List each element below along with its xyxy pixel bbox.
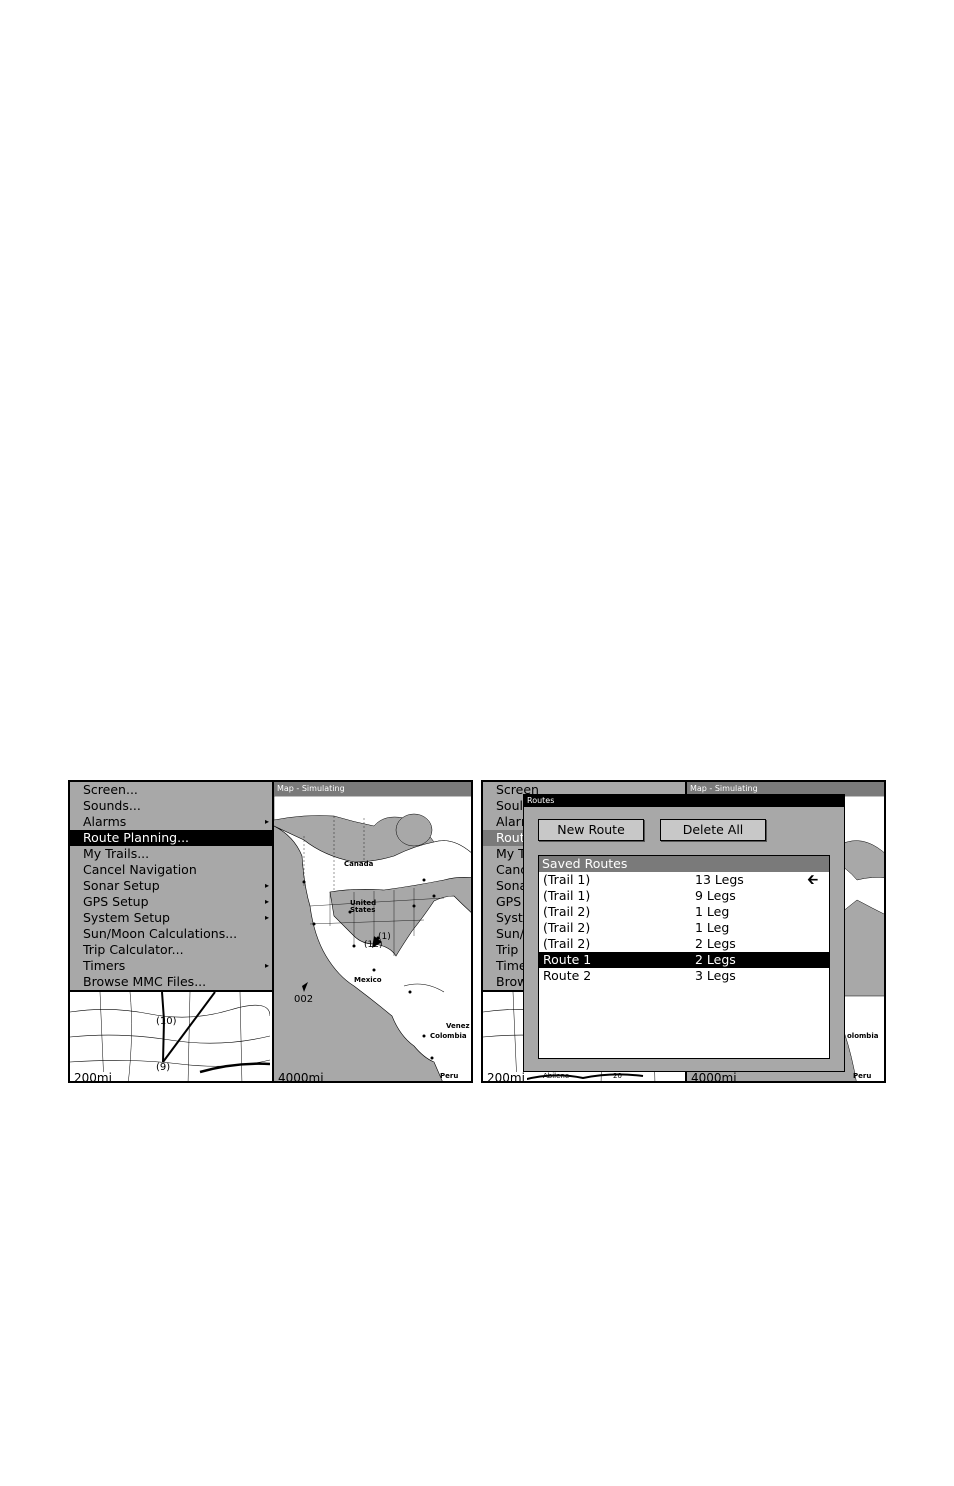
- menu-item-label: GPS Setup: [83, 894, 149, 909]
- route-legs: 1 Leg: [695, 904, 730, 919]
- delete-all-button[interactable]: Delete All: [660, 819, 766, 841]
- map-title: Map - Simulating: [274, 782, 471, 796]
- route-name: Route 1: [543, 952, 592, 967]
- route-row[interactable]: (Trail 1) 9 Legs: [539, 888, 829, 904]
- menu-item-label: Route Planning...: [83, 830, 190, 845]
- route-name: Route 2: [543, 968, 592, 983]
- submenu-arrow-icon: ▸: [264, 913, 269, 922]
- menu-item[interactable]: Screen...: [70, 782, 272, 798]
- menu-item[interactable]: GPS Setup ▸: [70, 894, 272, 910]
- menu-item-label: System Setup: [83, 910, 170, 925]
- dialog-title: Routes: [524, 795, 844, 807]
- routes-dialog: Routes New Route Delete All Saved Routes…: [523, 794, 845, 1072]
- submenu-arrow-icon: ▸: [264, 881, 269, 890]
- route-legs: 2 Legs: [695, 936, 736, 951]
- town-label: Abilene: [543, 1072, 570, 1080]
- route-name: (Trail 1): [543, 888, 591, 903]
- route-legs: 9 Legs: [695, 888, 736, 903]
- menu-item-label: Cancel Navigation: [83, 862, 197, 877]
- road-label: 20: [613, 1072, 622, 1080]
- map-scale: 4000mi: [691, 1071, 737, 1083]
- right-screen: Screen Soul Aları Rout My T Canc Sona GPS Syst Su…: [481, 780, 886, 1083]
- submenu-arrow-icon: ▸: [264, 961, 269, 970]
- waypoint-label: 002: [294, 994, 314, 1005]
- map-scale: 4000mi: [278, 1071, 324, 1083]
- route-name: (Trail 2): [543, 904, 591, 919]
- map-label-peru: Peru: [440, 1072, 459, 1080]
- map-label-venezuela: Venez: [446, 1022, 470, 1030]
- menu-item-label: Timers: [83, 958, 126, 973]
- map-label-peru: Peru: [853, 1072, 872, 1080]
- main-menu: Screen... Sounds... Alarms ▸ Route Planning.…: [70, 782, 272, 990]
- menu-item[interactable]: Cancel Navigation: [70, 862, 272, 878]
- map-label-colombia: Colombia: [430, 1032, 467, 1040]
- route-name: (Trail 2): [543, 920, 591, 935]
- menu-item-label: Sun/Moon Calculations...: [83, 926, 238, 941]
- menu-item[interactable]: My Trails...: [70, 846, 272, 862]
- menu-item-label: My Trails...: [83, 846, 150, 861]
- menu-item-label: Trip Calculator...: [83, 942, 184, 957]
- map-label-canada: Canada: [344, 860, 374, 868]
- route-marker-label: (1): [378, 932, 391, 942]
- route-row[interactable]: Route 1 2 Legs: [539, 952, 829, 968]
- route-row[interactable]: (Trail 2) 2 Legs: [539, 936, 829, 952]
- new-route-button[interactable]: New Route: [538, 819, 644, 841]
- map-label-us: United States: [350, 899, 377, 914]
- menu-item-label: Sounds...: [83, 798, 141, 813]
- menu-item[interactable]: Sun/Moon Calculations...: [70, 926, 272, 942]
- waypoint-label: (9): [156, 1062, 171, 1073]
- menu-item-label: Browse MMC Files...: [83, 974, 207, 989]
- menu-item[interactable]: Timers ▸: [70, 958, 272, 974]
- map-scale: 200mi: [485, 1071, 527, 1083]
- route-row[interactable]: (Trail 2) 1 Leg: [539, 904, 829, 920]
- menu-item[interactable]: System Setup ▸: [70, 910, 272, 926]
- menu-item-label: Screen...: [83, 782, 138, 797]
- overview-map[interactable]: Canada United States Mexico Venez Colomb…: [274, 796, 471, 1083]
- route-row[interactable]: (Trail 2) 1 Leg: [539, 920, 829, 936]
- route-row[interactable]: Route 2 3 Legs: [539, 968, 829, 984]
- menu-item[interactable]: Alarms ▸: [70, 814, 272, 830]
- mini-map[interactable]: (10) (9) 200mi: [70, 990, 272, 1083]
- route-legs: 2 Legs: [695, 952, 736, 967]
- route-row[interactable]: (Trail 1) 13 Legs 🡰: [539, 872, 829, 888]
- menu-item[interactable]: Sonar Setup ▸: [70, 878, 272, 894]
- route-name: (Trail 1): [543, 872, 591, 887]
- map-label-mexico: Mexico: [354, 976, 382, 984]
- list-header: Saved Routes: [539, 856, 829, 872]
- left-screen: Screen... Sounds... Alarms ▸ Route Planning.…: [68, 780, 473, 1083]
- map-scale: 200mi: [72, 1071, 114, 1083]
- route-legs: 1 Leg: [695, 920, 730, 935]
- saved-routes-list[interactable]: Saved Routes (Trail 1) 13 Legs 🡰 (Trail 1) 9…: [538, 855, 830, 1059]
- menu-item-label: Alarms: [83, 814, 127, 829]
- submenu-arrow-icon: ▸: [264, 817, 269, 826]
- submenu-arrow-icon: ▸: [264, 897, 269, 906]
- active-route-arrow-icon: 🡰: [807, 872, 819, 888]
- menu-item[interactable]: Trip Calculator...: [70, 942, 272, 958]
- waypoint-label: (10): [156, 1016, 177, 1027]
- route-name: (Trail 2): [543, 936, 591, 951]
- route-legs: 13 Legs: [695, 872, 744, 887]
- menu-item[interactable]: Route Planning...: [70, 830, 272, 846]
- menu-item[interactable]: Browse MMC Files...: [70, 974, 272, 990]
- menu-item[interactable]: Sounds...: [70, 798, 272, 814]
- map-label-colombia: olombia: [847, 1032, 879, 1040]
- route-legs: 3 Legs: [695, 968, 736, 983]
- route-rows: (Trail 1) 13 Legs 🡰 (Trail 1) 9 Legs (Trail 2…: [539, 872, 829, 984]
- menu-item-label: Sonar Setup: [83, 878, 160, 893]
